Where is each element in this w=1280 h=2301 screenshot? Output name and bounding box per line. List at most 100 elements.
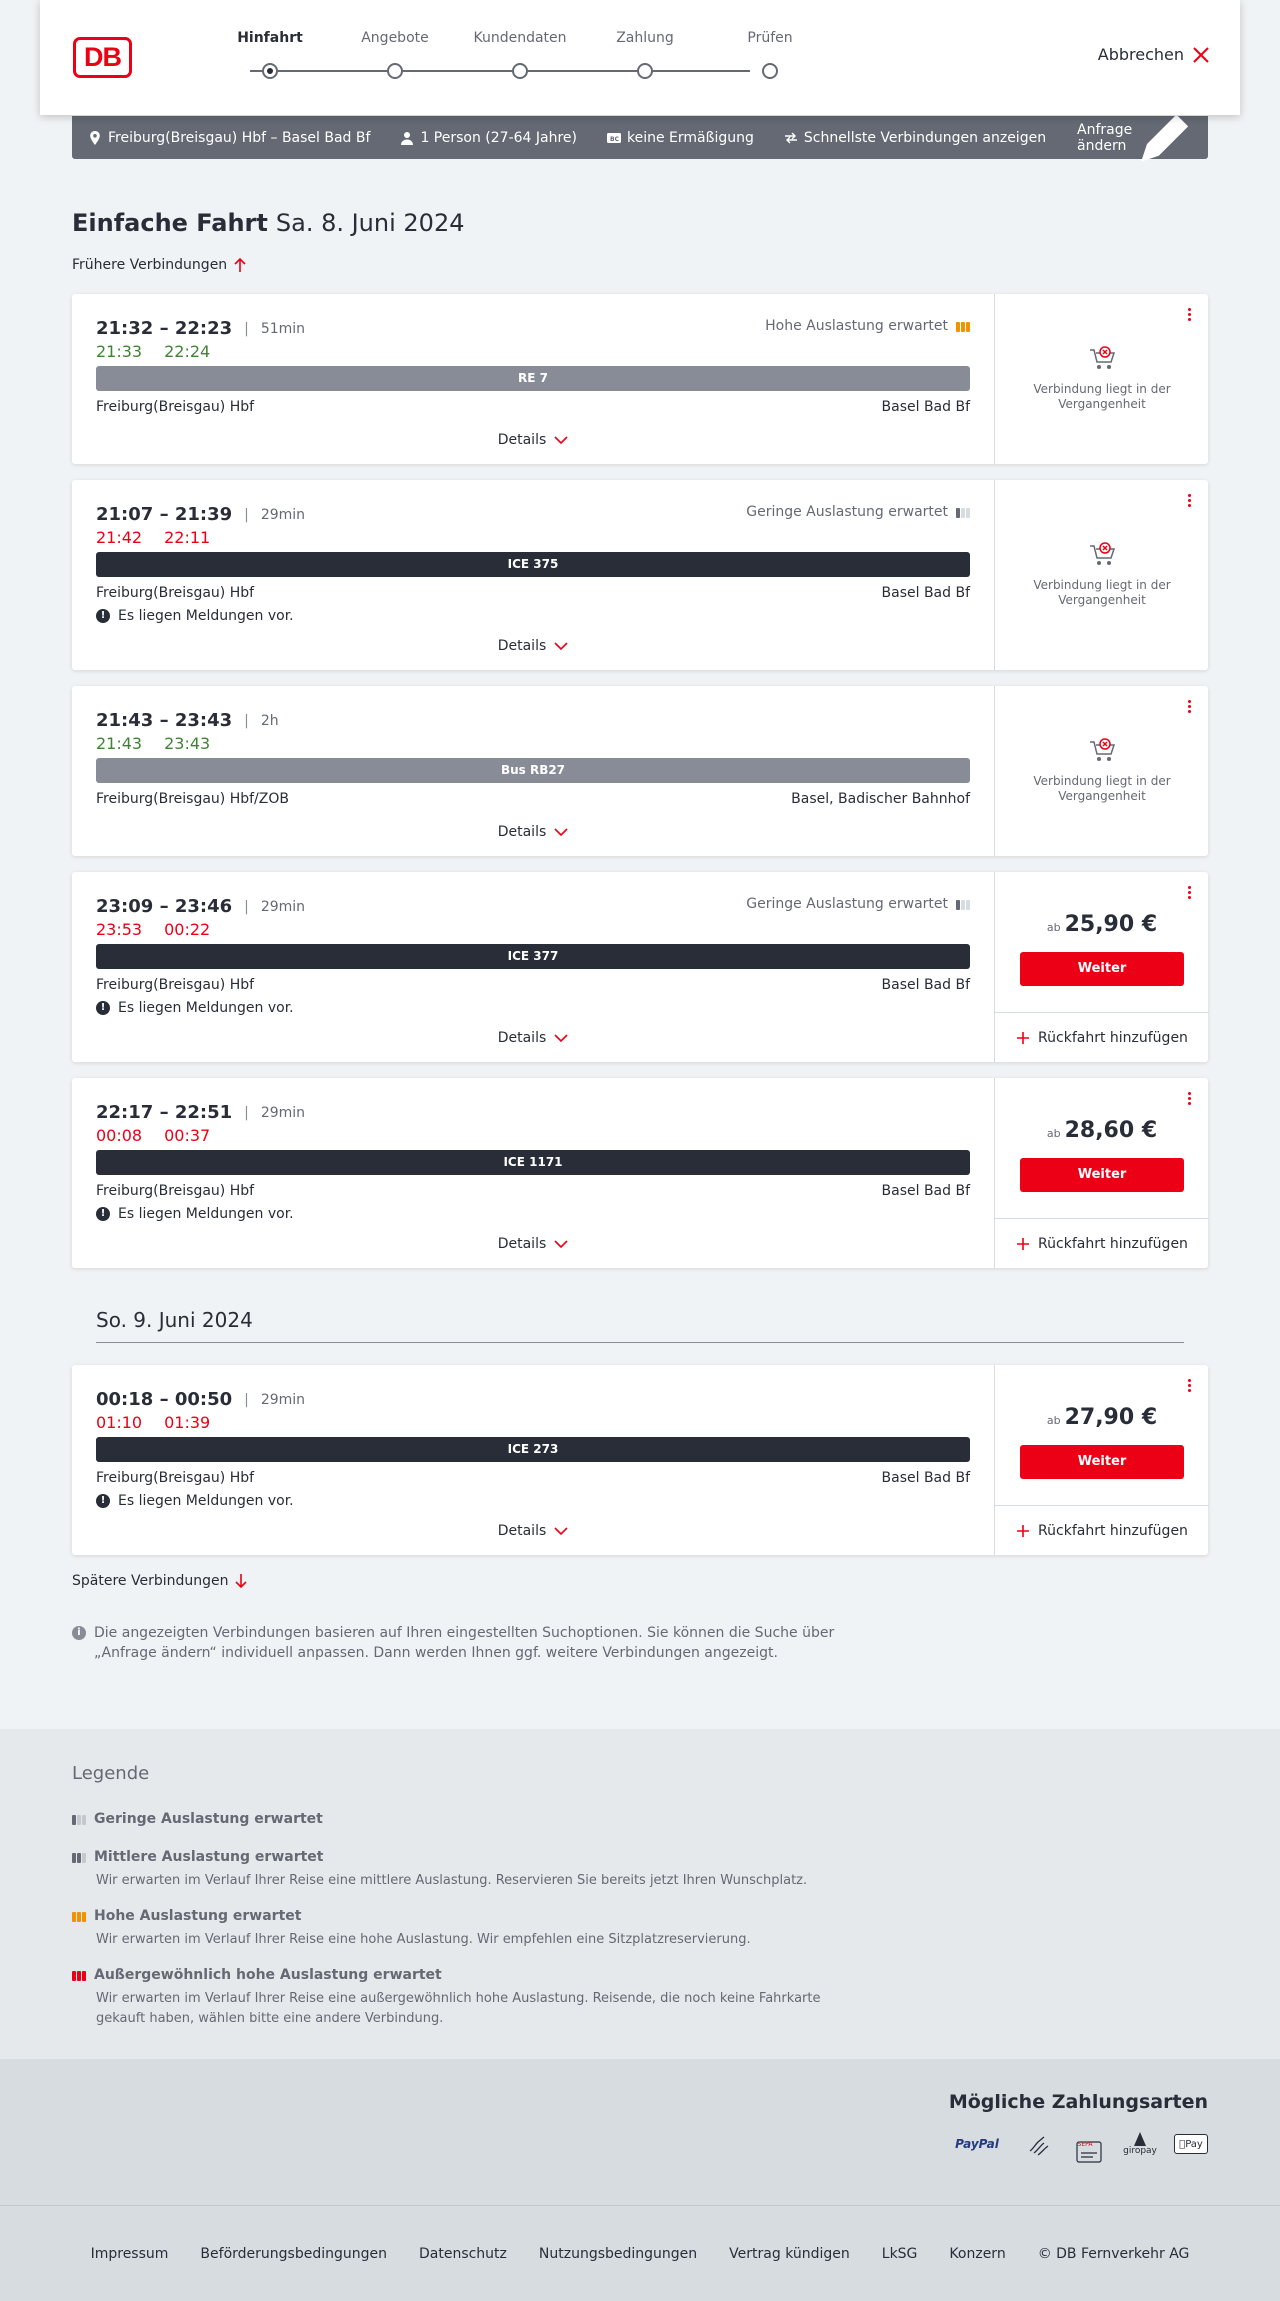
change-request-button[interactable]: Anfrage ändern: [1077, 111, 1192, 165]
realtime-departure: 21:42: [96, 528, 143, 547]
realtime-arrival: 22:24: [164, 342, 211, 361]
train-bar: ICE 377: [96, 944, 970, 969]
occupancy-indicator: Hohe Auslastung erwartet: [765, 318, 970, 334]
train-bar: ICE 375: [96, 552, 970, 577]
fastest-item: Schnellste Verbindungen anzeigen: [784, 130, 1046, 146]
trip-type: Einfache Fahrt: [72, 209, 268, 237]
destination-station: Basel, Badischer Bahnhof: [791, 791, 970, 807]
more-options-icon[interactable]: [1188, 494, 1192, 510]
travellers-item: 1 Person (27-64 Jahre): [400, 130, 577, 146]
occupancy-extreme-icon: [72, 1969, 86, 1981]
connection-main[interactable]: 23:09 – 23:46 | 29min 23:53 00:22 Geringe A…: [72, 872, 994, 1062]
connection-side: ab 27,90 € Weiter Rückfahrt hinzufügen: [994, 1365, 1209, 1555]
cart-disabled-icon: [1090, 346, 1116, 369]
connection-card: 22:17 – 22:51 | 29min 00:08 00:37 ICE 1171 …: [72, 1078, 1209, 1268]
later-label: Spätere Verbindungen: [72, 1573, 229, 1589]
past-text: Verbindung liegt in der Vergangenheit: [1033, 578, 1171, 607]
occupancy-high-icon: [956, 320, 970, 332]
planned-times-row: 21:07 – 21:39 | 29min: [96, 504, 306, 525]
more-options-icon[interactable]: [1188, 886, 1192, 902]
cart-disabled-icon: [1090, 542, 1116, 565]
step-label: Angebote: [361, 30, 429, 46]
add-return-label: Rückfahrt hinzufügen: [1038, 1029, 1188, 1046]
connection-main[interactable]: 00:18 – 00:50 | 29min 01:10 01:39 ICE 273 F…: [72, 1365, 994, 1555]
connection-main[interactable]: 21:43 – 23:43 | 2h 21:43 23:43 Bus RB27 Fre…: [72, 686, 994, 856]
connection-main[interactable]: 21:32 – 22:23 | 51min 21:33 22:24 Hohe Ausl…: [72, 294, 994, 464]
duration: 29min: [260, 898, 306, 915]
details-toggle[interactable]: Details: [72, 1236, 994, 1252]
details-toggle[interactable]: Details: [72, 638, 994, 654]
more-options-icon[interactable]: [1188, 1092, 1192, 1108]
legend-item: Hohe Auslastung erwartet Wir erwarten im…: [72, 1908, 832, 1950]
past-connection-notice: Verbindung liegt in der Vergangenheit: [995, 542, 1209, 608]
payment-title: Mögliche Zahlungsarten: [948, 2091, 1208, 2113]
add-return-button[interactable]: Rückfahrt hinzufügen: [995, 1218, 1209, 1268]
cancel-button[interactable]: Abbrechen: [1098, 45, 1210, 64]
swap-arrows-icon: [784, 132, 797, 143]
step-dot: [512, 63, 528, 79]
footer-link-datenschutz[interactable]: Datenschutz: [419, 2246, 507, 2262]
price-prefix: ab: [1046, 1127, 1061, 1140]
add-return-button[interactable]: Rückfahrt hinzufügen: [995, 1505, 1209, 1555]
footer-link-nutzungsbedingungen[interactable]: Nutzungsbedingungen: [539, 2246, 697, 2262]
connection-side: Verbindung liegt in der Vergangenheit: [994, 294, 1208, 464]
day-separator: So. 9. Juni 2024: [96, 1308, 1184, 1343]
connection-main[interactable]: 22:17 – 22:51 | 29min 00:08 00:37 ICE 1171 …: [72, 1078, 994, 1268]
connection-main[interactable]: 21:07 – 21:39 | 29min 21:42 22:11 Geringe A…: [72, 480, 994, 670]
connection-card: 23:09 – 23:46 | 29min 23:53 00:22 Geringe A…: [72, 872, 1209, 1062]
realtime-row: 00:08 00:37: [96, 1126, 232, 1145]
details-label: Details: [497, 638, 547, 654]
earlier-connections-link[interactable]: Frühere Verbindungen: [72, 257, 247, 273]
more-options-icon[interactable]: [1188, 308, 1192, 324]
footer-link-vertrag-kuendigen[interactable]: Vertrag kündigen: [729, 2246, 850, 2262]
notice-text: Es liegen Meldungen vor.: [118, 1206, 294, 1222]
realtime-row: 21:33 22:24: [96, 342, 232, 361]
search-info-note: i Die angezeigten Verbindungen basieren …: [72, 1623, 862, 1663]
planned-times-row: 22:17 – 22:51 | 29min: [96, 1102, 306, 1123]
more-options-icon[interactable]: [1188, 1379, 1192, 1395]
duration: 51min: [260, 320, 306, 337]
step-dot: [762, 63, 778, 79]
past-text: Verbindung liegt in der Vergangenheit: [1033, 382, 1171, 411]
add-return-button[interactable]: Rückfahrt hinzufügen: [995, 1012, 1209, 1062]
occupancy-indicator: Geringe Auslastung erwartet: [746, 896, 970, 912]
progress-line: [250, 70, 750, 72]
details-toggle[interactable]: Details: [72, 1523, 994, 1539]
person-icon: [401, 131, 414, 145]
notice-message[interactable]: ! Es liegen Meldungen vor.: [96, 1493, 294, 1509]
db-logo[interactable]: DB: [73, 37, 132, 78]
details-label: Details: [497, 1236, 547, 1252]
origin-station: Freiburg(Breisgau) Hbf: [96, 977, 255, 993]
step-kundendaten[interactable]: Kundendaten: [460, 30, 580, 79]
notice-message[interactable]: ! Es liegen Meldungen vor.: [96, 1000, 294, 1016]
step-label: Prüfen: [747, 30, 793, 46]
legend-title: Legende: [72, 1763, 150, 1784]
footer-copyright[interactable]: © DB Fernverkehr AG: [1038, 2246, 1190, 2262]
price-prefix: ab: [1046, 921, 1061, 934]
price-value: 28,60 €: [1064, 1118, 1158, 1143]
chevron-down-icon: [554, 828, 568, 837]
continue-button[interactable]: Weiter: [1020, 1158, 1184, 1192]
details-toggle[interactable]: Details: [72, 432, 994, 448]
details-toggle[interactable]: Details: [72, 824, 994, 840]
giropay-label: giropay: [1123, 2146, 1157, 2156]
notice-message[interactable]: ! Es liegen Meldungen vor.: [96, 1206, 294, 1222]
step-zahlung[interactable]: Zahlung: [585, 30, 705, 79]
cart-disabled-icon: [1090, 738, 1116, 761]
add-return-label: Rückfahrt hinzufügen: [1038, 1522, 1188, 1539]
details-toggle[interactable]: Details: [72, 1030, 994, 1046]
later-connections-link[interactable]: Spätere Verbindungen: [72, 1573, 248, 1589]
continue-button[interactable]: Weiter: [1020, 1445, 1184, 1479]
footer-link-lksg[interactable]: LkSG: [882, 2246, 918, 2262]
occupancy-indicator: Geringe Auslastung erwartet: [746, 504, 970, 520]
footer-link-impressum[interactable]: Impressum: [91, 2246, 169, 2262]
continue-button[interactable]: Weiter: [1020, 952, 1184, 986]
footer-link-konzern[interactable]: Konzern: [949, 2246, 1005, 2262]
page-title: Einfache Fahrt Sa. 8. Juni 2024: [72, 209, 464, 237]
step-hinfahrt[interactable]: Hinfahrt: [210, 30, 330, 79]
footer-link-befoerderungsbedingungen[interactable]: Beförderungsbedingungen: [200, 2246, 387, 2262]
more-options-icon[interactable]: [1188, 700, 1192, 716]
step-pruefen[interactable]: Prüfen: [710, 30, 830, 79]
notice-message[interactable]: ! Es liegen Meldungen vor.: [96, 608, 294, 624]
step-angebote[interactable]: Angebote: [335, 30, 455, 79]
